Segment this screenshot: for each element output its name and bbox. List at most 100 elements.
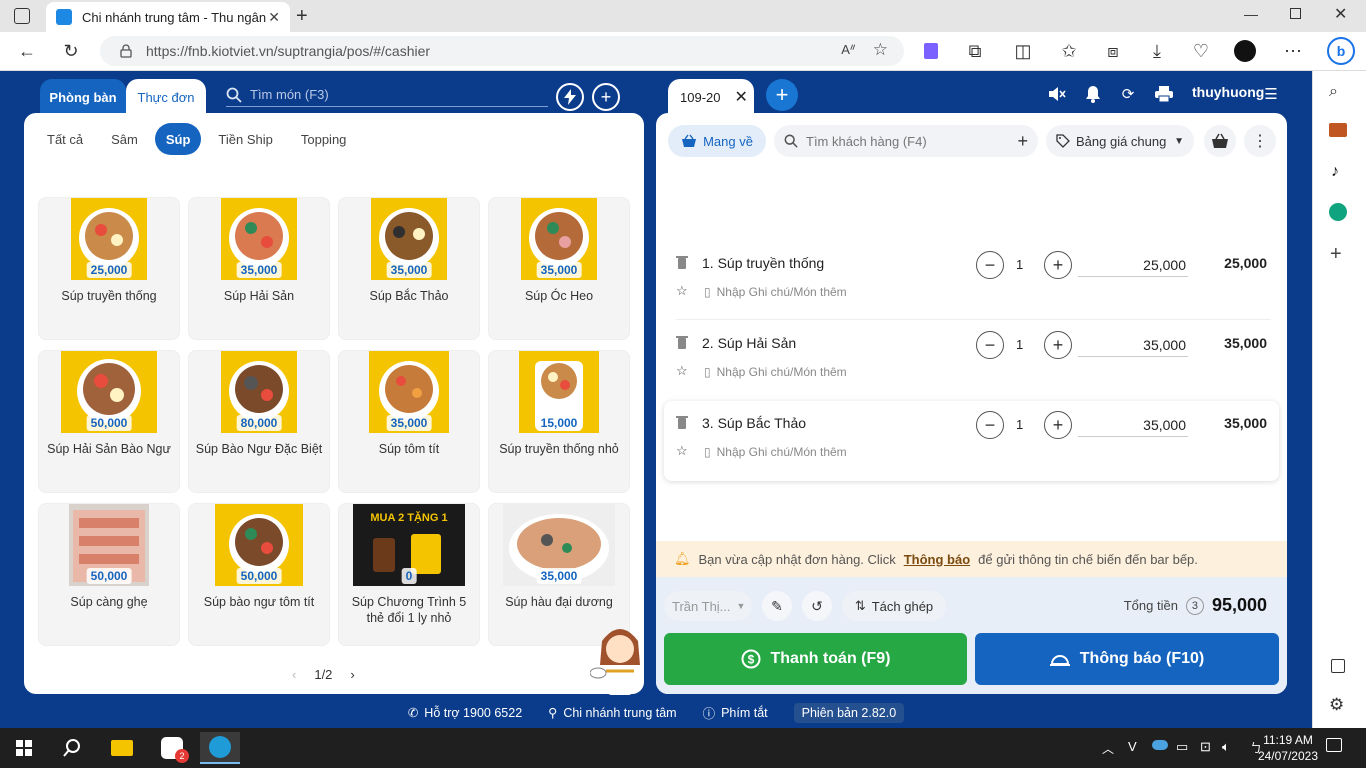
bing-copilot-icon[interactable]: b <box>1326 36 1356 66</box>
menu-search-input[interactable] <box>250 87 530 102</box>
product-card[interactable]: 50,000 Súp càng ghẹ <box>38 503 180 646</box>
order-line[interactable]: 1. Súp truyền thống − 1 + 25,000 25,000 … <box>664 241 1279 321</box>
line-unit-price[interactable]: 25,000 <box>1078 253 1188 277</box>
line-unit-price[interactable]: 35,000 <box>1078 333 1188 357</box>
decrease-qty-button[interactable]: − <box>976 411 1004 439</box>
onedrive-icon[interactable] <box>1152 740 1168 750</box>
refresh-icon[interactable]: ↻ <box>60 40 82 62</box>
hamburger-menu-icon[interactable]: ☰ <box>1260 83 1282 105</box>
system-clock[interactable]: 11:19 AM 24/07/2023 <box>1258 732 1318 764</box>
product-card[interactable]: 35,000 Súp tôm tít <box>338 350 480 493</box>
tray-v-icon[interactable]: V <box>1128 739 1137 754</box>
bell-icon[interactable] <box>1082 83 1104 105</box>
notice-link[interactable]: Thông báo <box>904 552 970 567</box>
restore-icon[interactable] <box>1290 8 1301 19</box>
product-card[interactable]: 35,000 Súp Bắc Thảo <box>338 197 480 340</box>
increase-qty-button[interactable]: + <box>1044 251 1072 279</box>
username[interactable]: thuyhuong <box>1192 84 1264 100</box>
settings-gear-icon[interactable]: ⚙ <box>1329 695 1344 715</box>
extensions-puzzle-icon[interactable]: ⧉ <box>964 40 986 62</box>
pricelist-select[interactable]: Bảng giá chung ▼ <box>1046 125 1194 157</box>
product-card[interactable]: 35,000 Súp Hải Sản <box>188 197 330 340</box>
favorite-star-icon[interactable]: ☆ <box>873 40 888 60</box>
close-window-icon[interactable]: ✕ <box>1334 4 1347 24</box>
support-hotline[interactable]: ✆ Hỗ trợ 1900 6522 <box>408 705 522 721</box>
waiter-select[interactable]: Trần Thị... ▼ <box>664 591 752 621</box>
add-customer-icon[interactable]: + <box>1017 131 1028 152</box>
back-icon[interactable]: ← <box>16 40 38 62</box>
volume-icon[interactable]: 🔈︎ <box>1222 739 1230 755</box>
product-card[interactable]: 35,000 Súp Óc Heo <box>488 197 630 340</box>
add-item-button[interactable]: + <box>592 83 620 111</box>
category-topping[interactable]: Topping <box>290 123 358 155</box>
network-icon[interactable]: ⊡ <box>1200 739 1211 755</box>
prev-page-icon[interactable]: ‹ <box>292 667 296 682</box>
line-qty[interactable]: 1 <box>1016 417 1023 432</box>
increase-qty-button[interactable]: + <box>1044 331 1072 359</box>
tray-chevron-up-icon[interactable]: ︿ <box>1102 740 1114 757</box>
product-card[interactable]: MUA 2 TẶNG 1 0 Súp Chương Trình 5 thẻ đổ… <box>338 503 480 646</box>
product-card[interactable]: 25,000 Súp truyền thống <box>38 197 180 340</box>
tiktok-icon[interactable]: ♪ <box>1331 163 1339 181</box>
windows-start-icon[interactable] <box>4 732 44 764</box>
customer-search-input[interactable] <box>806 133 1006 149</box>
product-card[interactable]: 50,000 Súp Hải Sản Bào Ngư <box>38 350 180 493</box>
edge-browser-icon[interactable] <box>200 732 240 764</box>
line-note[interactable]: ▯ Nhập Ghi chú/Món thêm <box>704 445 847 459</box>
line-qty[interactable]: 1 <box>1016 257 1023 272</box>
takeaway-button[interactable]: Mang về <box>668 125 766 157</box>
hide-sidebar-icon[interactable] <box>1331 659 1345 673</box>
split-screen-icon[interactable]: ◫ <box>1012 40 1034 62</box>
order-line-selected[interactable]: 3. Súp Bắc Thảo − 1 + 35,000 35,000 ☆ ▯ N… <box>664 401 1279 481</box>
notification-center-icon[interactable] <box>1326 738 1342 752</box>
close-order-icon[interactable]: ✕ <box>734 87 747 107</box>
order-tab[interactable]: 109-20 ✕ <box>668 79 754 115</box>
quick-order-button[interactable] <box>556 83 584 111</box>
sync-icon[interactable]: ⟳ <box>1117 83 1139 105</box>
star-icon[interactable]: ☆ <box>676 443 688 459</box>
line-note[interactable]: ▯ Nhập Ghi chú/Món thêm <box>704 285 847 299</box>
read-aloud-icon[interactable]: Aᐥ <box>841 42 856 58</box>
product-card[interactable]: 80,000 Súp Bào Ngư Đặc Biệt <box>188 350 330 493</box>
menu-search[interactable] <box>226 83 548 107</box>
category-all[interactable]: Tất cả <box>36 123 94 155</box>
downloads-icon[interactable]: ⤓ <box>1146 40 1168 62</box>
star-icon[interactable]: ☆ <box>676 283 688 299</box>
mute-icon[interactable] <box>1046 83 1068 105</box>
line-unit-price[interactable]: 35,000 <box>1078 413 1188 437</box>
decrease-qty-button[interactable]: − <box>976 331 1004 359</box>
add-order-button[interactable]: + <box>766 79 798 111</box>
battery-icon[interactable]: ▭ <box>1176 739 1188 755</box>
taskbar-search-icon[interactable] <box>52 732 92 764</box>
close-tab-icon[interactable]: ✕ <box>268 9 280 26</box>
profile-avatar[interactable] <box>1234 40 1256 62</box>
minimize-icon[interactable]: — <box>1244 6 1258 22</box>
favorites-icon[interactable]: ✩ <box>1058 40 1080 62</box>
trash-icon[interactable] <box>676 335 688 349</box>
tab-tables[interactable]: Phòng bàn <box>40 79 126 115</box>
line-qty[interactable]: 1 <box>1016 337 1023 352</box>
decrease-qty-button[interactable]: − <box>976 251 1004 279</box>
extension-icon[interactable] <box>920 40 942 62</box>
history-icon[interactable]: ↺ <box>802 591 832 621</box>
trash-icon[interactable] <box>676 255 688 269</box>
edit-pencil-icon[interactable]: ✎ <box>762 591 792 621</box>
chatgpt-icon[interactable] <box>1329 203 1347 221</box>
add-sidebar-app-icon[interactable]: + <box>1330 243 1342 266</box>
trash-icon[interactable] <box>676 415 688 429</box>
browser-tab[interactable]: Chi nhánh trung tâm - Thu ngân ✕ <box>46 2 290 32</box>
cart-basket-button[interactable] <box>1204 125 1236 157</box>
collections-icon[interactable]: ⧈ <box>1102 40 1124 62</box>
tab-menu[interactable]: Thực đơn <box>126 79 206 115</box>
category-ship[interactable]: Tiền Ship <box>207 123 283 155</box>
product-card[interactable]: 15,000 Súp truyền thống nhỏ <box>488 350 630 493</box>
branch-info[interactable]: ⚲ Chi nhánh trung tâm <box>548 705 676 721</box>
search-icon[interactable]: ⌕ <box>1329 83 1338 101</box>
customer-search[interactable]: + <box>774 125 1038 157</box>
pay-button[interactable]: $ Thanh toán (F9) <box>664 633 967 685</box>
shortcuts-link[interactable]: ⓘ Phím tắt <box>703 703 768 722</box>
split-merge-button[interactable]: ⇅ Tách ghép <box>842 591 946 621</box>
tab-actions-icon[interactable] <box>14 8 30 24</box>
line-note[interactable]: ▯ Nhập Ghi chú/Món thêm <box>704 365 847 379</box>
next-page-icon[interactable]: › <box>350 667 354 682</box>
